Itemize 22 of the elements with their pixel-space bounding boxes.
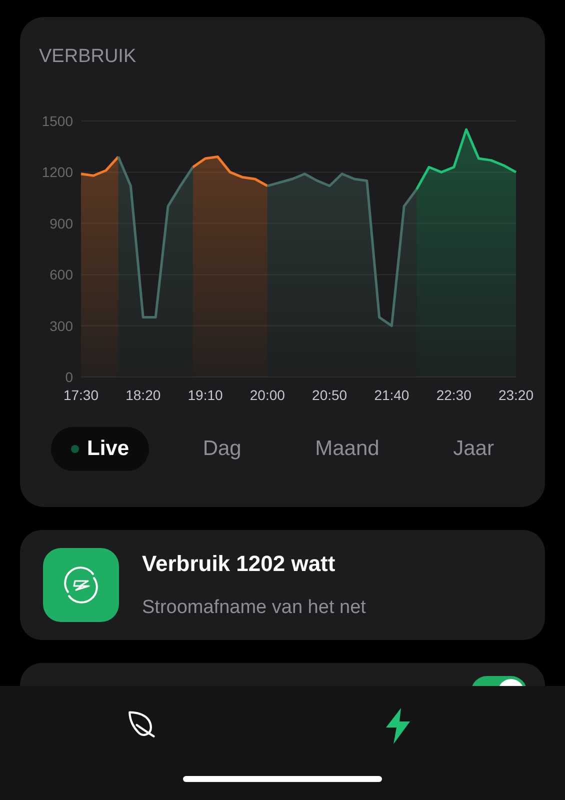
x-axis-label: 18:20 [126,386,161,402]
power-exchange-icon [43,548,119,622]
y-axis-label: 1200 [42,164,73,180]
x-axis-label: 23:20 [498,386,534,402]
y-axis-label: 300 [50,317,73,334]
x-axis-label: 22:30 [436,386,472,402]
status-subtitle: Stroomafname van het net [142,596,366,620]
period-tab[interactable]: Jaar [433,426,514,470]
x-axis-label: 17:30 [63,386,99,402]
x-axis-label: 20:00 [250,386,285,402]
status-title: Verbruik 1202 watt [142,550,336,578]
y-axis-label: 0 [65,368,73,384]
x-axis-label: 20:50 [312,386,348,402]
y-axis-label: 1500 [42,112,73,128]
y-axis-label: 600 [50,266,73,282]
period-tab[interactable]: Live [51,426,150,470]
period-tab[interactable]: Maand [295,426,400,470]
x-axis-label: 21:40 [374,386,410,402]
period-tab[interactable]: Dag [182,426,262,470]
x-axis-label: 19:10 [188,386,223,402]
y-axis-label: 900 [50,214,73,231]
card-title: VERBRUIK [39,45,136,69]
